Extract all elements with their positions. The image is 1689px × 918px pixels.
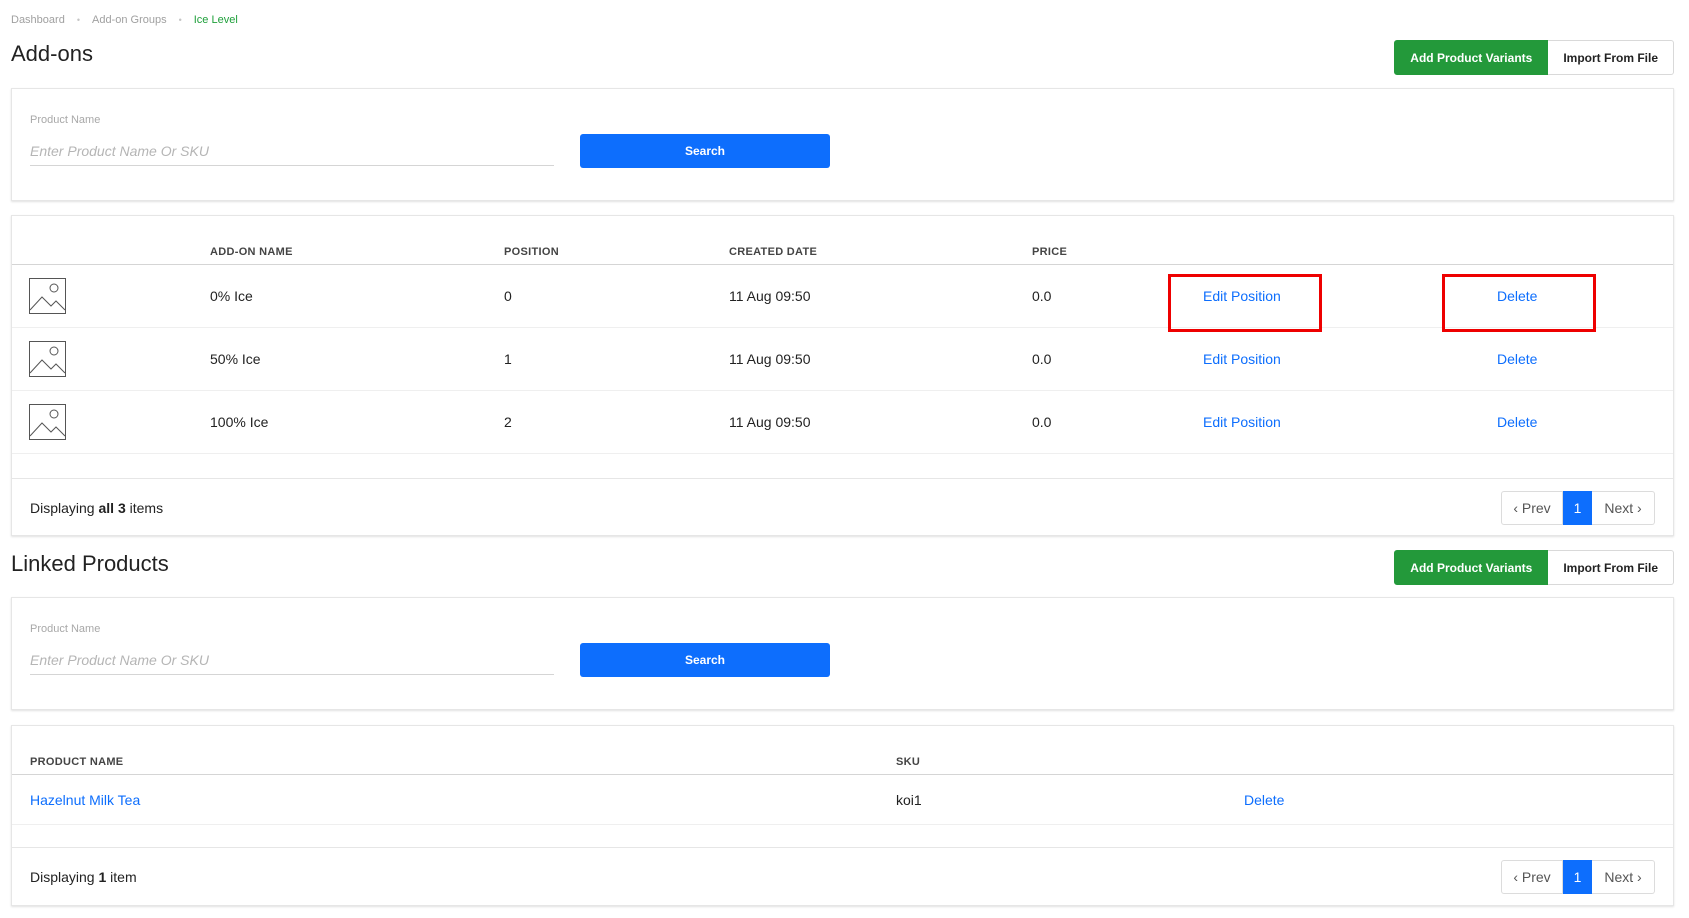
addons-table-card: ADD-ON NAME POSITION CREATED DATE PRICE … [11,215,1674,536]
addon-created-date: 11 Aug 09:50 [729,351,811,367]
column-header-position[interactable]: POSITION [504,246,559,258]
table-row: 0% Ice 0 11 Aug 09:50 0.0 Edit Position … [12,265,1673,328]
addon-price: 0.0 [1032,288,1052,304]
linked-table-header: PRODUCT NAME SKU [12,726,1673,775]
displaying-suffix: item [106,868,137,885]
linked-table-footer: Displaying 1 item ‹ Prev 1 Next › [12,847,1673,905]
product-name-label: Product Name [30,114,101,126]
addons-title: Add-ons [11,41,93,66]
delete-link[interactable]: Delete [1497,351,1537,367]
addons-table-footer: Displaying all 3 items ‹ Prev 1 Next › [12,478,1673,536]
next-page-button[interactable]: Next › [1592,490,1655,525]
search-button[interactable]: Search [580,134,830,168]
linked-products-title: Linked Products [11,551,169,576]
addon-created-date: 11 Aug 09:50 [729,414,811,430]
displaying-count-bold: all 3 [98,499,126,516]
pagination: ‹ Prev 1 Next › [1501,490,1655,525]
product-name-search-input[interactable] [30,136,554,166]
breadcrumb-addon-groups[interactable]: Add-on Groups [92,14,167,26]
addons-actions: Add Product Variants Import From File [1394,40,1674,75]
prev-page-button[interactable]: ‹ Prev [1501,859,1563,894]
displaying-count: Displaying all 3 items [30,500,163,516]
column-header-price[interactable]: PRICE [1032,246,1067,258]
addon-price: 0.0 [1032,414,1052,430]
breadcrumb-separator: • [178,15,182,25]
page-1-button[interactable]: 1 [1563,490,1592,525]
edit-position-link[interactable]: Edit Position [1203,351,1281,367]
next-page-button[interactable]: Next › [1592,859,1655,894]
addons-search-card: Product Name Search [11,88,1674,201]
product-name-search-input[interactable] [30,645,554,675]
table-row: 50% Ice 1 11 Aug 09:50 0.0 Edit Position… [12,328,1673,391]
image-placeholder-icon [29,278,66,314]
displaying-prefix: Displaying [30,868,99,885]
breadcrumb-current: Ice Level [193,14,238,26]
addon-name: 50% Ice [210,351,261,367]
import-from-file-button[interactable]: Import From File [1548,40,1674,75]
linked-search-card: Product Name Search [11,597,1674,710]
table-row: Hazelnut Milk Tea koi1 Delete [12,775,1673,825]
edit-position-link[interactable]: Edit Position [1203,414,1281,430]
column-header-addon-name[interactable]: ADD-ON NAME [210,246,293,258]
highlight-box-edit-position [1168,274,1322,332]
highlight-box-delete [1442,274,1596,332]
delete-link[interactable]: Delete [1244,792,1284,808]
column-header-product-name[interactable]: PRODUCT NAME [30,756,123,768]
displaying-prefix: Displaying [30,499,99,516]
addon-name: 0% Ice [210,288,253,304]
addons-table-header: ADD-ON NAME POSITION CREATED DATE PRICE [12,216,1673,265]
breadcrumb: Dashboard • Add-on Groups • Ice Level [11,13,238,27]
addon-name: 100% Ice [210,414,269,430]
column-header-sku[interactable]: SKU [896,756,920,768]
displaying-count: Displaying 1 item [30,869,137,885]
linked-actions: Add Product Variants Import From File [1394,550,1674,585]
linked-table-card: PRODUCT NAME SKU Hazelnut Milk Tea koi1 … [11,725,1674,906]
breadcrumb-separator: • [76,15,80,25]
import-from-file-button[interactable]: Import From File [1548,550,1674,585]
addon-position: 0 [504,288,512,304]
table-row: 100% Ice 2 11 Aug 09:50 0.0 Edit Positio… [12,391,1673,454]
displaying-suffix: items [125,499,164,516]
product-name-link[interactable]: Hazelnut Milk Tea [30,792,140,808]
column-header-created-date[interactable]: CREATED DATE [729,246,817,258]
add-product-variants-button[interactable]: Add Product Variants [1394,550,1549,585]
image-placeholder-icon [29,404,66,440]
product-sku: koi1 [896,791,922,808]
pagination: ‹ Prev 1 Next › [1501,859,1655,894]
addon-position: 1 [504,351,512,367]
addon-position: 2 [504,414,512,430]
delete-link[interactable]: Delete [1497,414,1537,430]
addon-created-date: 11 Aug 09:50 [729,288,811,304]
product-name-label: Product Name [30,623,101,635]
breadcrumb-dashboard[interactable]: Dashboard [11,14,65,26]
page-1-button[interactable]: 1 [1563,859,1592,894]
image-placeholder-icon [29,341,66,377]
prev-page-button[interactable]: ‹ Prev [1501,490,1563,525]
add-product-variants-button[interactable]: Add Product Variants [1394,40,1549,75]
addon-price: 0.0 [1032,351,1052,367]
search-button[interactable]: Search [580,643,830,677]
